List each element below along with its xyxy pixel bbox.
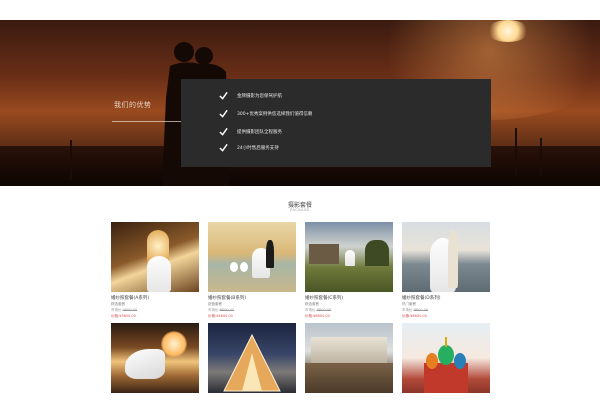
package-subtitle: 超值套餐 — [208, 302, 222, 306]
package-title[interactable]: 婚纱照套餐(D系列) — [402, 295, 490, 301]
old-price-value: 9800.00 — [413, 308, 429, 312]
old-price-value: 4800.00 — [122, 308, 138, 312]
package-card[interactable] — [305, 323, 393, 396]
price-value: ¥3600.00 — [119, 314, 136, 318]
check-icon — [219, 91, 228, 100]
price-value: ¥4800.00 — [216, 314, 233, 318]
check-icon — [219, 143, 228, 152]
package-old-price: 市场价:6800.00 — [208, 308, 296, 313]
photo-bride — [125, 349, 165, 379]
package-subtitle: 精选套餐 — [111, 302, 125, 306]
price-value: ¥6800.00 — [313, 314, 330, 318]
package-old-price: 市场价:9800.00 — [402, 308, 490, 313]
section-subtitle: PACKAGE — [290, 208, 310, 212]
feature-text: 提供摄影团队全程服务 — [237, 129, 282, 135]
package-photo[interactable] — [305, 323, 393, 393]
package-old-price: 市场价:8800.00 — [305, 308, 393, 313]
photo-swan — [240, 262, 248, 272]
package-card[interactable]: 婚纱照套餐(B系列) 超值套餐 市场价:6800.00 价格:¥4800.00 — [208, 222, 296, 319]
photo-groom — [448, 230, 458, 288]
old-price-value: 8800.00 — [316, 308, 332, 312]
package-photo[interactable] — [111, 222, 199, 292]
sun — [486, 20, 530, 42]
hero-silhouette-post — [540, 138, 542, 176]
price-label: 价格: — [208, 314, 217, 318]
photo-chateau — [311, 337, 387, 363]
package-card[interactable]: 婚纱照套餐(A系列) 精选套餐 市场价:4800.00 价格:¥3600.00 — [111, 222, 199, 319]
package-photo[interactable] — [402, 222, 490, 292]
check-icon — [219, 109, 228, 118]
old-price-label: 市场价: — [208, 308, 220, 312]
package-photo[interactable] — [402, 323, 490, 393]
package-card[interactable] — [402, 323, 490, 396]
photo-tree — [365, 240, 389, 266]
photo-bride — [147, 256, 171, 292]
package-card[interactable] — [208, 323, 296, 396]
photo-bride — [345, 250, 355, 266]
photo-cathedral — [424, 337, 468, 393]
old-price-label: 市场价: — [111, 308, 123, 312]
package-price: 价格:¥6800.00 — [305, 314, 393, 319]
feature-item: 金牌摄影为您保驾护航 — [219, 91, 282, 100]
package-photo[interactable] — [305, 222, 393, 292]
photo-tent — [223, 333, 281, 392]
package-photo[interactable] — [111, 323, 199, 393]
feature-item: 300+优秀案例供您选择我们值得信赖 — [219, 109, 312, 118]
package-title[interactable]: 婚纱照套餐(B系列) — [208, 295, 296, 301]
feature-text: 金牌摄影为您保驾护航 — [237, 93, 282, 99]
feature-item: 提供摄影团队全程服务 — [219, 127, 282, 136]
hero-silhouette-post — [70, 140, 72, 180]
feature-text: 24小时售后服务支持 — [237, 145, 279, 151]
hero-banner: 我们的优势 金牌摄影为您保驾护航 300+优秀案例供您选择我们值得信赖 提供摄影… — [0, 20, 600, 186]
advantages-panel: 金牌摄影为您保驾护航 300+优秀案例供您选择我们值得信赖 提供摄影团队全程服务… — [181, 79, 491, 167]
package-title[interactable]: 婚纱照套餐(C系列) — [305, 295, 393, 301]
photo-lawn — [305, 363, 393, 393]
hero-silhouette-post — [515, 128, 517, 176]
package-card[interactable] — [111, 323, 199, 396]
package-old-price: 市场价:4800.00 — [111, 308, 199, 313]
package-title[interactable]: 婚纱照套餐(A系列) — [111, 295, 199, 301]
package-price: 价格:¥3600.00 — [111, 314, 199, 319]
price-label: 价格: — [402, 314, 411, 318]
package-subtitle: 热门套餐 — [402, 302, 416, 306]
package-card[interactable]: 婚纱照套餐(C系列) 精选套餐 市场价:8800.00 价格:¥6800.00 — [305, 222, 393, 319]
package-photo[interactable] — [208, 323, 296, 393]
price-label: 价格: — [111, 314, 120, 318]
photo-building — [309, 244, 339, 264]
hero-title-underline — [112, 121, 188, 122]
feature-item: 24小时售后服务支持 — [219, 143, 279, 152]
package-subtitle: 精选套餐 — [305, 302, 319, 306]
package-price: 价格:¥6800.00 — [402, 314, 490, 319]
package-price: 价格:¥4800.00 — [208, 314, 296, 319]
package-card[interactable]: 婚纱照套餐(D系列) 热门套餐 市场价:9800.00 价格:¥6800.00 — [402, 222, 490, 319]
price-value: ¥6800.00 — [410, 314, 427, 318]
feature-text: 300+优秀案例供您选择我们值得信赖 — [237, 111, 313, 117]
hero-title: 我们的优势 — [114, 101, 152, 109]
old-price-label: 市场价: — [305, 308, 317, 312]
photo-swan — [230, 262, 238, 272]
photo-groom — [266, 240, 274, 268]
package-photo[interactable] — [208, 222, 296, 292]
old-price-value: 6800.00 — [219, 308, 235, 312]
price-label: 价格: — [305, 314, 314, 318]
check-icon — [219, 127, 228, 136]
old-price-label: 市场价: — [402, 308, 414, 312]
